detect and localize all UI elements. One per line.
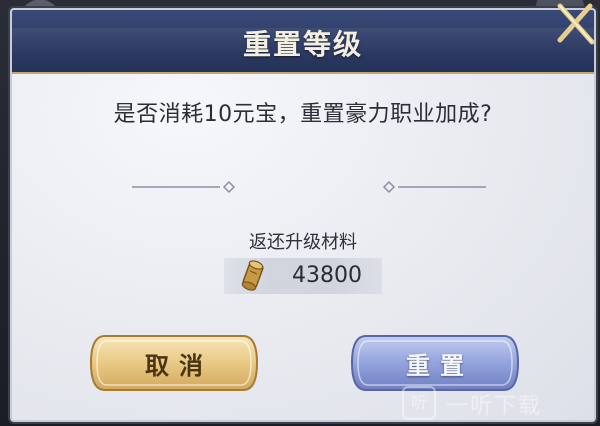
cancel-button[interactable]: 取消	[89, 332, 259, 394]
divider-right	[382, 181, 486, 193]
close-icon[interactable]	[540, 0, 600, 54]
scroll-icon	[241, 260, 264, 291]
divider-left	[132, 181, 236, 193]
reward-amount: 43800	[292, 263, 362, 288]
refund-materials-label: 返还升级材料	[249, 232, 357, 253]
confirm-question: 是否消耗10元宝，重置豪力职业加成?	[113, 102, 493, 127]
watermark-logo: 听	[402, 386, 436, 420]
reward-row: 43800	[224, 258, 382, 294]
dialog-header: 重置等级	[12, 10, 594, 74]
reset-button-label: 重置	[406, 351, 474, 380]
reset-level-dialog: 重置等级 是否消耗10元宝，重置豪力职业加成? 返还升级材料 43800 取消 …	[10, 8, 596, 422]
dialog-title: 重置等级	[242, 28, 363, 61]
watermark: 听 一听下载	[402, 384, 580, 420]
cancel-button-label: 取消	[145, 351, 213, 380]
watermark-text: 一听下载	[446, 394, 543, 419]
